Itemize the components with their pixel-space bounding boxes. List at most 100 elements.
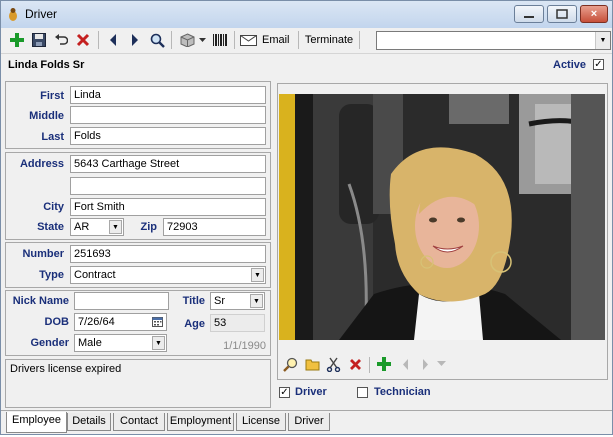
dob-label: DOB [44,316,69,328]
driver-photo [279,94,605,340]
delete-icon [349,358,361,370]
cube-icon [180,33,194,47]
maximize-button[interactable] [547,5,577,23]
gender-label: Gender [30,337,69,349]
nick-name-field[interactable] [74,292,169,310]
terminate-button[interactable]: Terminate [303,31,355,49]
chevron-down-icon[interactable]: ▼ [152,336,165,350]
save-icon [32,33,46,47]
calendar-icon[interactable] [152,316,163,327]
active-label: Active [553,59,587,71]
add-photo-button[interactable] [376,356,392,372]
open-photo-button[interactable] [304,356,320,372]
notes-field[interactable]: Drivers license expired [5,359,271,408]
delete-button[interactable] [74,31,92,49]
middle-name-field[interactable] [70,106,266,124]
first-name-field[interactable]: Linda [70,86,266,104]
previous-record-button[interactable] [105,31,121,49]
type-select[interactable]: Contract ▼ [70,266,266,284]
date-note: 1/1/1990 [223,340,266,352]
first-label: First [40,90,64,102]
close-button[interactable]: × [580,5,608,23]
photo-toolbar-separator [369,357,370,373]
chevron-down-icon[interactable]: ▼ [250,294,263,308]
last-label: Last [41,131,64,143]
tab-strip: Employee Details Contact Employment Lice… [1,410,612,437]
dropdown-icon [436,361,446,366]
email-label: Email [262,34,290,46]
city-label: City [43,201,64,213]
toolbar-combo[interactable]: ▼ [376,31,611,50]
driver-checkbox[interactable]: ✓ [279,387,290,398]
barcode-icon [213,34,227,46]
type-value: Contract [74,269,116,281]
next-icon [132,34,138,46]
cut-photo-button[interactable] [325,356,341,372]
prev-icon [110,34,116,46]
dob-field[interactable]: 7/26/64 [74,313,167,331]
delete-icon [76,33,90,47]
undo-button[interactable] [52,31,70,49]
barcode-button[interactable] [211,31,229,49]
last-name-field[interactable]: Folds [70,127,266,145]
driver-role-label: Driver [295,386,327,398]
minimize-icon [524,16,534,18]
chevron-down-icon[interactable]: ▼ [251,268,264,282]
title-label: Title [182,295,205,307]
find-icon [150,33,165,48]
delete-photo-button[interactable] [347,356,363,372]
address-line1-field[interactable]: 5643 Carthage Street [70,155,266,173]
find-button[interactable] [148,31,166,49]
save-button[interactable] [30,31,48,49]
photo-menu-button[interactable] [433,356,449,372]
terminate-label: Terminate [304,34,354,46]
active-checkbox[interactable]: ✓ [593,59,604,70]
tab-driver[interactable]: Driver [288,413,330,431]
city-field[interactable]: Fort Smith [70,198,266,216]
dropdown-icon [198,37,206,42]
technician-checkbox[interactable] [357,387,368,398]
tab-employment[interactable]: Employment [167,413,234,431]
address-line2-field[interactable] [70,177,266,195]
add-icon [10,33,24,47]
next-icon [422,358,428,370]
nick-name-label: Nick Name [12,295,69,307]
email-icon [240,34,257,46]
record-header: Linda Folds Sr Active ✓ [1,54,612,74]
state-select[interactable]: AR ▼ [70,218,124,236]
package-dropdown-button[interactable] [197,31,207,49]
app-icon [9,8,17,21]
tab-employee[interactable]: Employee [6,412,67,433]
add-icon [377,357,391,371]
state-label: State [37,221,64,233]
tab-details[interactable]: Details [67,413,111,431]
zoom-photo-button[interactable] [282,356,298,372]
next-photo-button[interactable] [417,356,433,372]
magnifier-icon [282,357,297,372]
restore-icon [556,9,568,19]
tab-contact[interactable]: Contact [113,413,165,431]
window-title: Driver [25,7,57,21]
toolbar-separator [359,31,360,49]
toolbar: Email Terminate ▼ [1,28,612,54]
minimize-button[interactable] [514,5,544,23]
chevron-down-icon[interactable]: ▼ [595,32,610,49]
zip-field[interactable]: 72903 [163,218,266,236]
gender-select[interactable]: Male ▼ [74,334,167,352]
record-name: Linda Folds Sr [8,59,85,71]
age-field: 53 [210,314,265,332]
package-button[interactable] [178,31,196,49]
tab-license[interactable]: License [236,413,286,431]
number-field[interactable]: 251693 [70,245,266,263]
add-button[interactable] [8,31,26,49]
title-select[interactable]: Sr ▼ [210,292,265,310]
email-button[interactable]: Email [240,31,292,49]
toolbar-separator [98,31,99,49]
chevron-down-icon[interactable]: ▼ [109,220,122,234]
type-label: Type [39,269,64,281]
toolbar-separator [298,31,299,49]
address-label: Address [19,158,64,170]
title-value: Sr [214,295,225,307]
previous-photo-button[interactable] [397,356,413,372]
next-record-button[interactable] [127,31,143,49]
